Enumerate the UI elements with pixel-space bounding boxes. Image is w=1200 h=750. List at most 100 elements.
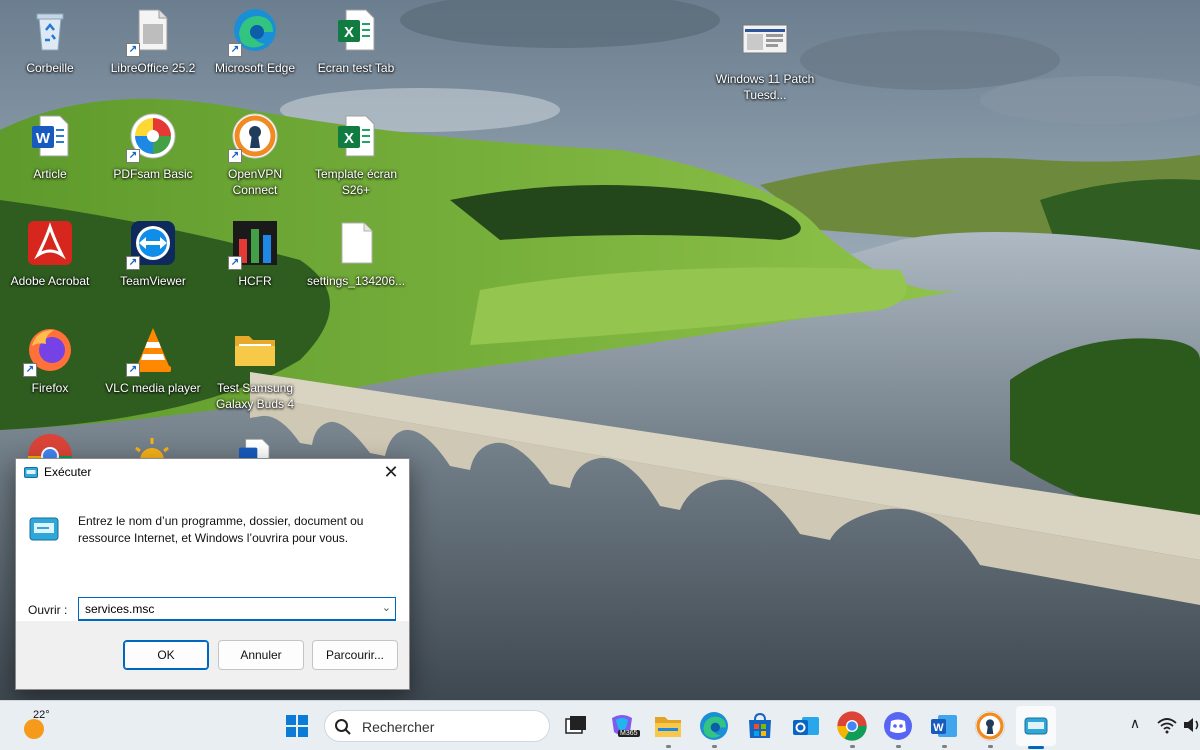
chevron-down-icon[interactable]: ⌄ [382,601,391,614]
running-indicator [942,745,947,748]
open-input[interactable] [85,601,375,617]
discord-icon[interactable] [882,710,914,742]
desktop-icon-settings-file[interactable]: settings_134206... [306,219,406,289]
desktop-icon-excel-ecran-test-tab[interactable]: X Ecran test Tab [306,6,406,76]
desktop-icon-pdfsam[interactable]: ↗ PDFsam Basic [103,112,203,182]
run-dialog: Exécuter ✕ Entrez le nom d’un programme,… [15,458,410,690]
browse-button[interactable]: Parcourir... [312,640,398,670]
chrome-icon[interactable] [836,710,868,742]
running-indicator [712,745,717,748]
ok-button[interactable]: OK [123,640,209,670]
desktop-icon-openvpn[interactable]: ↗ OpenVPN Connect [205,112,305,198]
run-dialog-title: Exécuter [44,465,92,479]
desktop-icon-test-samsung[interactable]: Test Samsung Galaxy Buds 4 [205,326,305,412]
run-dialog-description: Entrez le nom d’un programme, dossier, d… [78,514,364,545]
m365-copilot-icon[interactable]: M365 [606,710,640,742]
desktop-icon-template-ecran[interactable]: X Template écran S26+ [306,112,406,198]
shortcut-arrow-icon: ↗ [228,149,242,163]
openvpn-icon: ↗ [228,112,279,163]
pdfsam-icon: ↗ [126,112,177,163]
close-icon[interactable]: ✕ [373,459,409,487]
run-dialog-footer: OK Annuler Parcourir... [16,621,409,689]
desktop-icon-article[interactable]: W Article [0,112,100,182]
weather-widget[interactable]: 22° [22,709,52,741]
desktop-icon-teamviewer[interactable]: ↗ TeamViewer [103,219,203,289]
desktop-icon-label: LibreOffice 25.2 [110,61,196,75]
run-app-icon[interactable] [1020,710,1052,742]
svg-text:W: W [933,722,944,734]
desktop-icon-label: Template écran S26+ [314,167,398,197]
desktop-icon-label: OpenVPN Connect [227,167,283,197]
run-dialog-titlebar[interactable]: Exécuter ✕ [16,459,409,487]
desktop-icon-label: Firefox [31,381,69,395]
edge-icon[interactable] [698,710,730,742]
svg-text:W: W [36,130,51,147]
word-file-icon: W [26,112,74,160]
running-indicator [896,745,901,748]
desktop-icon-hcfr[interactable]: ↗ HCFR [205,219,305,289]
desktop-icon-label: Ecran test Tab [317,61,395,75]
running-indicator [988,745,993,748]
open-combobox[interactable]: ⌄ [78,597,396,621]
volume-icon[interactable] [1182,715,1200,735]
taskbar: 22° Rechercher M365 W ∧ [0,700,1200,750]
shortcut-arrow-icon: ↗ [126,149,140,163]
shortcut-arrow-icon: ↗ [228,43,242,57]
shortcut-arrow-icon: ↗ [126,43,140,57]
edge-icon: ↗ [228,6,279,57]
store-icon[interactable] [744,710,776,742]
acrobat-icon [26,219,74,267]
search-placeholder: Rechercher [362,719,435,735]
chevron-up-icon[interactable]: ∧ [1125,715,1145,735]
desktop-icon-libreoffice[interactable]: ↗ LibreOffice 25.2 [103,6,203,76]
wifi-icon[interactable] [1156,715,1178,735]
openvpn-icon[interactable] [974,710,1006,742]
desktop-icon-label: Windows 11 Patch Tuesd... [715,72,815,102]
firefox-icon: ↗ [23,326,74,377]
screenshot-file-icon [741,17,789,65]
teamviewer-icon: ↗ [126,219,177,270]
desktop-icon-windows11-patch[interactable]: Windows 11 Patch Tuesd... [715,17,815,103]
sun-icon [128,436,176,460]
desktop-icon-label: Microsoft Edge [214,61,296,75]
outlook-icon[interactable] [790,710,822,742]
cancel-button[interactable]: Annuler [218,640,304,670]
vlc-icon: ↗ [126,326,177,377]
desktop-icon-label: VLC media player [105,381,201,395]
desktop-icon-vlc[interactable]: ↗ VLC media player [103,326,203,396]
desktop-icon-label: TeamViewer [120,274,186,288]
task-view-icon[interactable] [560,710,592,742]
active-indicator [1028,746,1044,749]
m365-badge: M365 [618,730,640,737]
search-icon [335,719,351,735]
svg-text:X: X [344,130,354,147]
libreoffice-icon: ↗ [126,6,177,57]
desktop-icon-recycle-bin[interactable]: Corbeille [0,6,100,76]
svg-text:X: X [344,24,354,41]
desktop-icon-label: PDFsam Basic [113,167,193,181]
running-indicator [666,745,671,748]
desktop-icon-edge[interactable]: ↗ Microsoft Edge [205,6,305,76]
open-label: Ouvrir : [28,603,68,617]
file-explorer-icon[interactable] [652,710,684,742]
desktop-icon-label: Article [33,167,67,181]
chrome-icon [26,432,74,460]
desktop-icon-label: Test Samsung Galaxy Buds 4 [215,381,295,411]
excel-file-icon: X [332,6,380,54]
desktop-icon-adobe-acrobat[interactable]: Adobe Acrobat [0,219,100,289]
desktop-icon-firefox[interactable]: ↗ Firefox [0,326,100,396]
weather-temp: 22° [33,709,50,721]
hcfr-icon: ↗ [228,219,279,270]
start-icon[interactable] [281,710,313,742]
desktop-icon-label: Corbeille [26,61,74,75]
desktop-icon-label: settings_134206... [306,274,406,288]
blank-file-icon [332,219,380,267]
run-dialog-body: Entrez le nom d’un programme, dossier, d… [16,487,409,621]
sun-icon [24,719,44,739]
run-app-icon [24,467,38,478]
folder-icon [231,326,279,374]
word-file-icon [234,436,274,460]
shortcut-arrow-icon: ↗ [228,256,242,270]
taskbar-search[interactable]: Rechercher [324,710,550,742]
word-icon[interactable]: W [928,710,960,742]
